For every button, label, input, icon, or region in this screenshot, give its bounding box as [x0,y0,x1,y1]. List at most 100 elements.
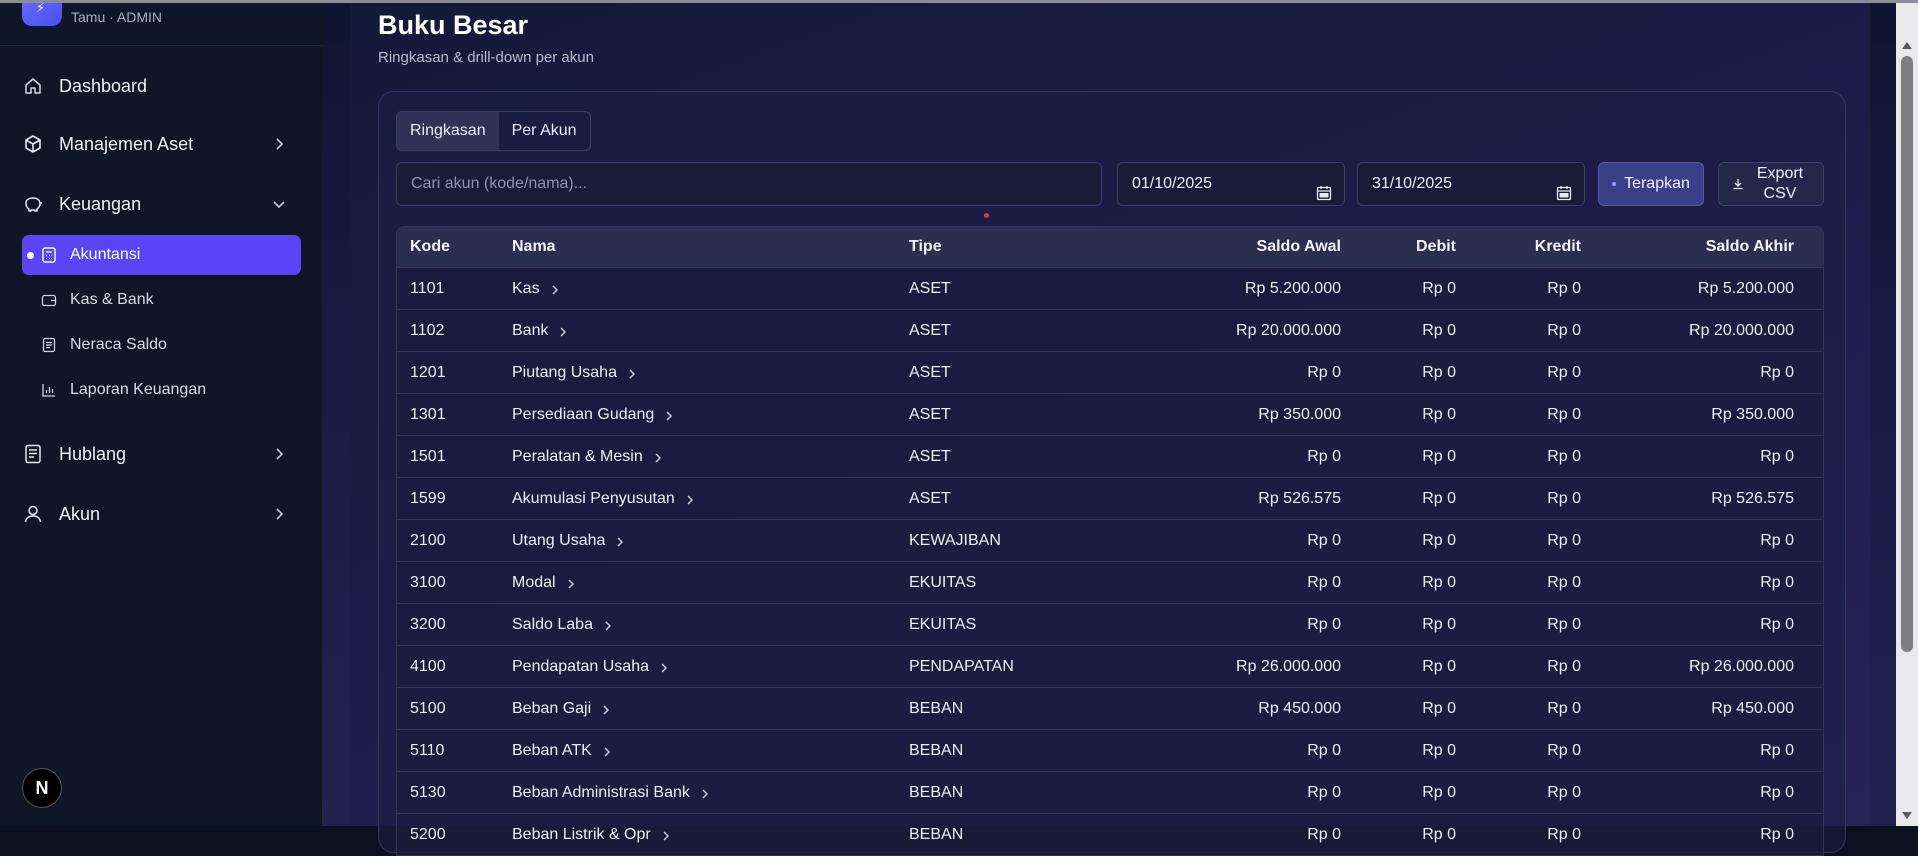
sidebar-item-hublang[interactable]: Hublang [22,432,300,476]
cell-nama[interactable]: Beban Listrik & Opr [512,826,909,844]
scroll-up-arrow[interactable] [1902,42,1912,49]
cell-nama[interactable]: Utang Usaha [512,532,909,550]
chevron-right-icon[interactable] [661,829,671,841]
tab-ringkasan[interactable]: Ringkasan [397,112,499,150]
apply-button[interactable]: Terapkan [1598,162,1704,206]
cell-saldo-akhir: Rp 350.000 [1711,405,1794,423]
cell-saldo-akhir: Rp 0 [1760,615,1794,633]
chevron-right-icon[interactable] [601,703,611,715]
cell-nama[interactable]: Piutang Usaha [512,364,909,382]
chevron-right-icon[interactable] [659,661,669,673]
table-row[interactable]: 3200 Saldo Laba EKUITAS Rp 0 Rp 0 Rp 0 Rp 0 [397,603,1823,645]
table-row[interactable]: 5110 Beban ATK BEBAN Rp 0 Rp 0 Rp 0 Rp 0 [397,729,1823,771]
cell-nama[interactable]: Pendapatan Usaha [512,658,909,676]
cell-nama[interactable]: Akumulasi Penyusutan [512,490,909,508]
sidebar-subitem-kas-bank[interactable]: Kas & Bank [22,280,301,320]
sidebar-item-dashboard[interactable]: Dashboard [22,64,300,108]
cell-kredit: Rp 0 [1547,699,1581,717]
account-name[interactable]: Beban Gaji [512,700,591,718]
brand-logo[interactable]: ⚡ [22,0,62,26]
date-from-input[interactable]: 01/10/2025 [1117,162,1345,206]
account-name[interactable]: Beban Administrasi Bank [512,784,690,802]
account-name[interactable]: Pendapatan Usaha [512,658,649,676]
chevron-right-icon[interactable] [602,745,612,757]
cell-nama[interactable]: Persediaan Gudang [512,406,909,424]
table-row[interactable]: 2100 Utang Usaha KEWAJIBAN Rp 0 Rp 0 Rp 0 Rp 0 [397,519,1823,561]
cell-nama[interactable]: Beban Administrasi Bank [512,784,909,802]
search-input[interactable]: Cari akun (kode/nama)... [396,162,1102,206]
sidebar-subitem-akuntansi[interactable]: Akuntansi [22,235,301,275]
calendar-icon[interactable] [1556,176,1572,201]
cell-debit: Rp 0 [1422,783,1456,801]
header-nama[interactable]: Nama [512,238,909,256]
table-row[interactable]: 4100 Pendapatan Usaha PENDAPATAN Rp 26.000.… [397,645,1823,687]
calendar-icon[interactable] [1316,176,1332,201]
sidebar-subitem-laporan-keuangan[interactable]: Laporan Keuangan [22,370,301,410]
scrollbar-thumb[interactable] [1901,56,1913,652]
cell-nama[interactable]: Modal [512,574,909,592]
sidebar-item-akun[interactable]: Akun [22,492,300,536]
sidebar-subitem-label: Laporan Keuangan [70,381,207,398]
chevron-right-icon[interactable] [653,451,663,463]
table-row[interactable]: 1101 Kas ASET Rp 5.200.000 Rp 0 Rp 0 Rp 5.200.… [397,267,1823,309]
account-name[interactable]: Persediaan Gudang [512,406,654,424]
sidebar-subitem-neraca-saldo[interactable]: Neraca Saldo [22,325,301,365]
cell-nama[interactable]: Beban ATK [512,742,909,760]
table-row[interactable]: 1599 Akumulasi Penyusutan ASET Rp 526.575 Rp… [397,477,1823,519]
account-name[interactable]: Beban ATK [512,742,592,760]
chevron-right-icon[interactable] [566,577,576,589]
scroll-down-arrow[interactable] [1902,812,1912,819]
account-name[interactable]: Piutang Usaha [512,364,617,382]
chevron-right-icon[interactable] [615,535,625,547]
chevron-right-icon[interactable] [700,787,710,799]
cell-saldo-awal: Rp 0 [1307,573,1341,591]
table-row[interactable]: 1201 Piutang Usaha ASET Rp 0 Rp 0 Rp 0 Rp 0 [397,351,1823,393]
account-name[interactable]: Peralatan & Mesin [512,448,643,466]
box-icon [22,133,44,155]
account-name[interactable]: Utang Usaha [512,532,605,550]
cell-tipe: ASET [909,489,951,507]
account-name[interactable]: Modal [512,574,556,592]
table-row[interactable]: 5130 Beban Administrasi Bank BEBAN Rp 0 Rp 0… [397,771,1823,813]
file-icon [40,336,58,354]
date-to-input[interactable]: 31/10/2025 [1357,162,1585,206]
sidebar-item-keuangan[interactable]: Keuangan [22,182,300,226]
chevron-right-icon[interactable] [550,283,560,295]
tab-per-akun[interactable]: Per Akun [499,112,590,150]
export-csv-button[interactable]: Export CSV [1718,162,1824,206]
chevron-right-icon[interactable] [603,619,613,631]
header-saldo-akhir[interactable]: Saldo Akhir [1581,238,1807,256]
cell-nama[interactable]: Beban Gaji [512,700,909,718]
chevron-right-icon[interactable] [685,493,695,505]
account-name[interactable]: Kas [512,280,540,298]
table-row[interactable]: 1301 Persediaan Gudang ASET Rp 350.000 Rp 0 R… [397,393,1823,435]
chevron-right-icon[interactable] [558,325,568,337]
sidebar-item-manajemen-aset[interactable]: Manajemen Aset [22,122,300,166]
chevron-right-icon[interactable] [664,409,674,421]
header-tipe[interactable]: Tipe [909,238,1139,256]
table-row[interactable]: 1501 Peralatan & Mesin ASET Rp 0 Rp 0 Rp 0 Rp … [397,435,1823,477]
cell-nama[interactable]: Bank [512,322,909,340]
account-name[interactable]: Beban Listrik & Opr [512,826,651,844]
cell-kredit: Rp 0 [1547,489,1581,507]
table-row[interactable]: 5100 Beban Gaji BEBAN Rp 450.000 Rp 0 Rp 0 Rp … [397,687,1823,729]
cell-nama[interactable]: Kas [512,280,909,298]
cell-debit: Rp 0 [1422,405,1456,423]
cell-tipe: ASET [909,321,951,339]
table-row[interactable]: 3100 Modal EKUITAS Rp 0 Rp 0 Rp 0 Rp 0 [397,561,1823,603]
account-name[interactable]: Bank [512,322,548,340]
account-name[interactable]: Akumulasi Penyusutan [512,490,675,508]
cell-kredit: Rp 0 [1547,279,1581,297]
header-saldo-awal[interactable]: Saldo Awal [1139,238,1341,256]
table-row[interactable]: 1102 Bank ASET Rp 20.000.000 Rp 0 Rp 0 Rp 20.0… [397,309,1823,351]
chevron-right-icon[interactable] [627,367,637,379]
header-kredit[interactable]: Kredit [1456,238,1581,256]
cell-nama[interactable]: Peralatan & Mesin [512,448,909,466]
header-debit[interactable]: Debit [1341,238,1456,256]
table-row[interactable]: 5200 Beban Listrik & Opr BEBAN Rp 0 Rp 0 Rp 0… [397,813,1823,855]
header-kode[interactable]: Kode [397,238,512,256]
scrollbar[interactable] [1896,0,1918,826]
account-name[interactable]: Saldo Laba [512,616,593,634]
cell-nama[interactable]: Saldo Laba [512,616,909,634]
framework-badge[interactable]: N [22,768,62,808]
